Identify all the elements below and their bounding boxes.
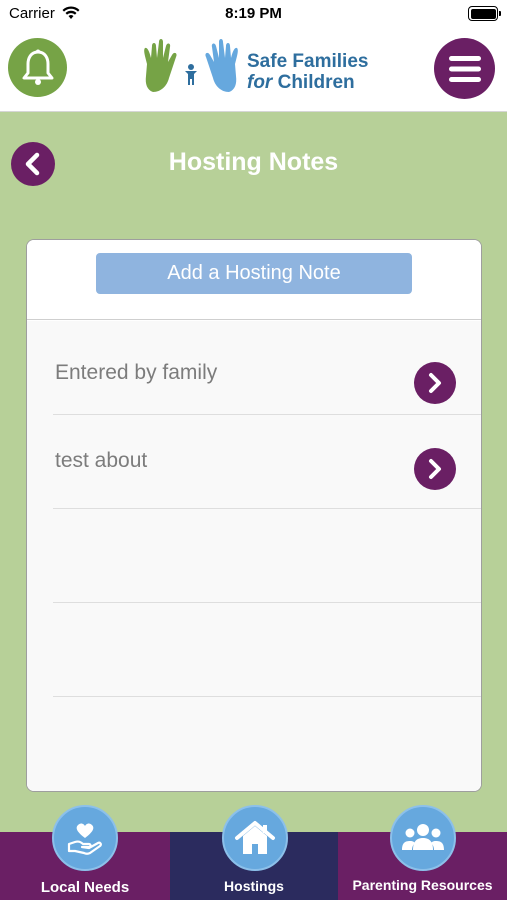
logo-text: Safe Families for Children xyxy=(247,51,368,93)
add-hosting-note-button[interactable]: Add a Hosting Note xyxy=(96,253,412,294)
hamburger-menu-icon xyxy=(448,55,481,82)
tab-label: Local Needs xyxy=(40,879,130,896)
tab-bar: Local Needs Hostings Parenting Resources xyxy=(0,805,507,900)
tab-hostings[interactable]: Hostings xyxy=(170,805,338,900)
bell-icon xyxy=(22,49,53,85)
notifications-button[interactable] xyxy=(8,38,67,97)
logo-children: Children xyxy=(277,72,355,93)
menu-button[interactable] xyxy=(434,38,495,99)
tab-parenting-resources[interactable]: Parenting Resources xyxy=(338,805,507,900)
logo-line-1: Safe Families xyxy=(247,51,369,72)
tab-local-needs[interactable]: Local Needs xyxy=(0,805,170,900)
tab-label: Parenting Resources xyxy=(352,877,493,893)
notes-list: Entered by family test about xyxy=(27,321,481,791)
house-icon xyxy=(222,805,288,871)
note-label: Entered by family xyxy=(55,361,218,384)
list-item xyxy=(53,509,481,603)
list-item xyxy=(53,603,481,697)
hosting-notes-card: Add a Hosting Note Entered by family tes… xyxy=(26,239,482,792)
status-time: 8:19 PM xyxy=(225,5,282,22)
list-item[interactable]: test about xyxy=(53,415,481,509)
list-item[interactable]: Entered by family xyxy=(53,321,481,415)
logo-line-2: for Children xyxy=(247,72,368,93)
chevron-right-icon xyxy=(429,459,441,479)
open-note-button[interactable] xyxy=(414,362,456,404)
logo-for: for xyxy=(247,72,273,93)
tab-label: Hostings xyxy=(224,878,284,894)
safe-families-logo: Safe Families for Children xyxy=(139,38,374,100)
open-note-button[interactable] xyxy=(414,448,456,490)
heart-hand-icon xyxy=(52,805,118,871)
card-header: Add a Hosting Note xyxy=(27,240,481,320)
status-bar: Carrier 8:19 PM xyxy=(0,0,507,28)
note-label: test about xyxy=(55,449,148,472)
hands-house-logo-icon xyxy=(144,39,238,92)
app-header: Safe Families for Children xyxy=(0,28,507,112)
battery-icon xyxy=(468,6,501,21)
page-title: Hosting Notes xyxy=(168,148,339,176)
chevron-right-icon xyxy=(429,373,441,393)
group-icon xyxy=(390,805,456,871)
